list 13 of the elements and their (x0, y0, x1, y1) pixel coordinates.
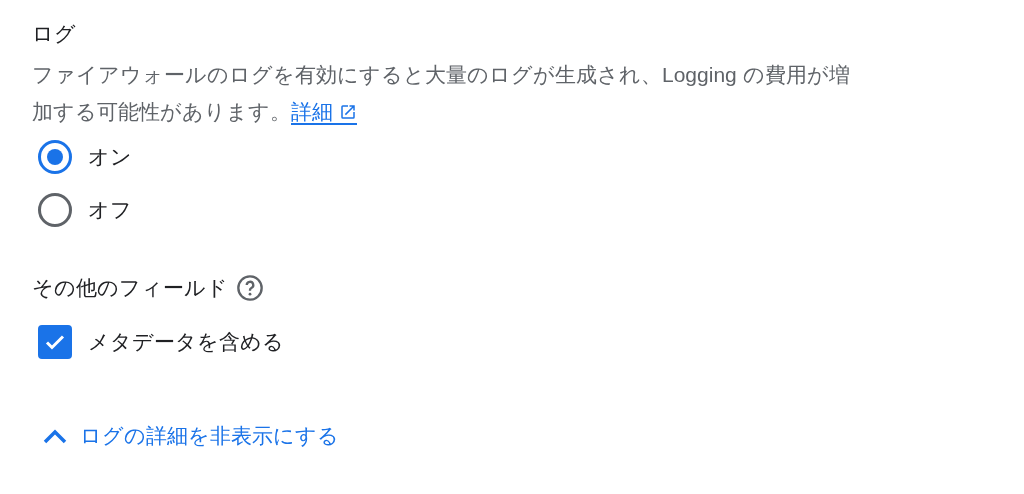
radio-button[interactable] (38, 192, 72, 227)
external-link-icon (339, 103, 357, 121)
radio-button[interactable] (38, 139, 72, 174)
section-title: その他のフィールド (32, 275, 228, 301)
learn-more-link[interactable]: 詳細 (291, 100, 357, 125)
help-icon[interactable] (236, 274, 264, 302)
section-title: ログ (32, 21, 77, 47)
radio-label[interactable]: オフ (88, 193, 132, 226)
description-text: ファイアウォールのログを有効にすると大量のログが生成され、Logging の費用が増加する可能性があります。詳細 (32, 62, 851, 127)
checkbox[interactable] (38, 324, 72, 359)
toggle-details-link[interactable]: ログの詳細を非表示にする (32, 420, 339, 452)
checkbox-label[interactable]: メタデータを含める (88, 325, 284, 358)
radio-label[interactable]: オン (88, 140, 132, 173)
